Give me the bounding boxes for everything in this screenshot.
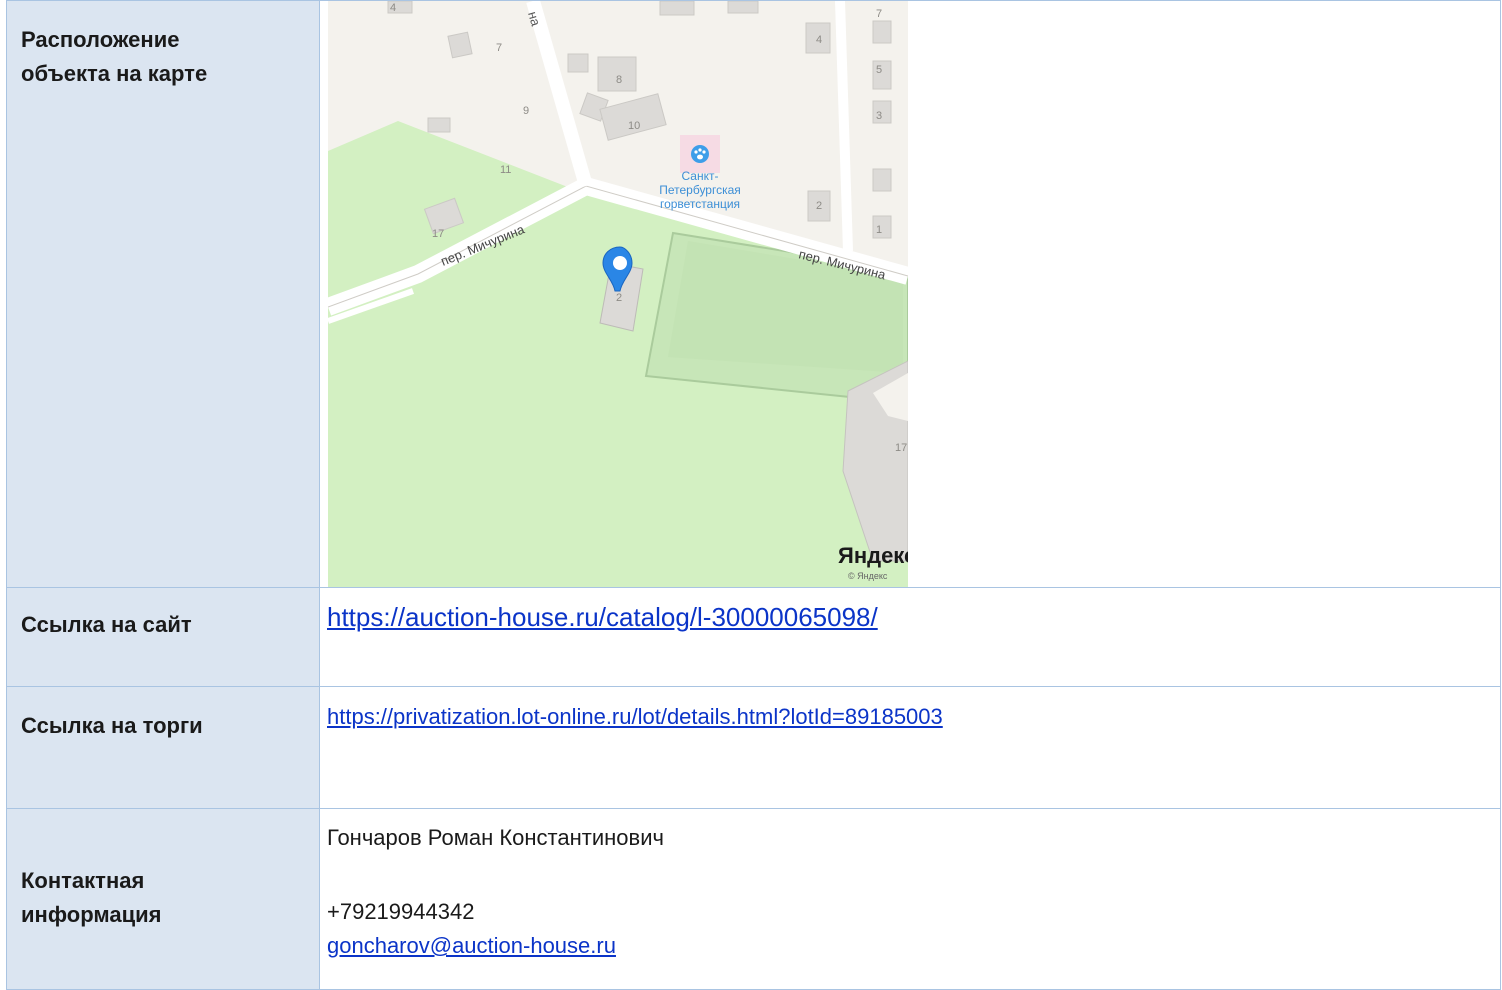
house-number: 2 <box>816 200 822 212</box>
poi-name-line1: Санкт- <box>682 169 719 183</box>
house-number: 4 <box>390 2 396 14</box>
house-number: 7 <box>876 8 882 20</box>
map-copyright: © Яндекс <box>848 571 888 581</box>
contact-label: Контактная информация <box>7 809 319 932</box>
site-row: Ссылка на сайт https://auction-house.ru/… <box>6 587 1501 687</box>
contact-value-cell: Гончаров Роман Константинович +792199443… <box>319 808 1501 990</box>
contact-row: Контактная информация Гончаров Роман Кон… <box>6 808 1501 990</box>
poi-name-line3: горветстанция <box>660 197 740 211</box>
house-number: 11 <box>500 164 511 176</box>
house-number: 5 <box>876 64 882 76</box>
house-number: 7 <box>496 42 502 54</box>
yandex-logo[interactable]: Яндекс © Яндекс <box>836 539 908 587</box>
map-label-line2: объекта на карте <box>21 61 208 86</box>
house-number: 17 <box>432 228 444 240</box>
map-label: Расположение объекта на карте <box>7 1 319 91</box>
map-label-line1: Расположение <box>21 27 180 52</box>
house-number: 1 <box>876 224 882 236</box>
torgi-row: Ссылка на торги https://privatization.lo… <box>6 686 1501 809</box>
info-table: Расположение объекта на карте 4 7 8 9 10… <box>6 0 1501 990</box>
contact-label-line2: информация <box>21 902 162 927</box>
map-row: Расположение объекта на карте 4 7 8 9 10… <box>6 0 1501 588</box>
site-link[interactable]: https://auction-house.ru/catalog/l-30000… <box>320 588 1500 632</box>
paw-icon <box>691 145 709 163</box>
yandex-map[interactable]: 4 7 8 9 10 11 17 4 5 3 2 1 7 17 2 на пер… <box>328 1 908 587</box>
torgi-link[interactable]: https://privatization.lot-online.ru/lot/… <box>320 687 1500 731</box>
house-number: 3 <box>876 110 882 122</box>
house-number: 9 <box>523 105 529 117</box>
house-number: 17 <box>895 442 907 454</box>
map-value-cell: 4 7 8 9 10 11 17 4 5 3 2 1 7 17 2 на пер… <box>319 0 1501 588</box>
contact-label-line1: Контактная <box>21 868 145 893</box>
site-label: Ссылка на сайт <box>21 612 192 637</box>
poi-name-line2: Петербургская <box>659 183 741 197</box>
map-canvas[interactable]: 4 7 8 9 10 11 17 4 5 3 2 1 7 17 2 на пер… <box>328 1 908 587</box>
torgi-label: Ссылка на торги <box>21 713 203 738</box>
torgi-value-cell: https://privatization.lot-online.ru/lot/… <box>319 686 1501 809</box>
contact-label-cell: Контактная информация <box>6 808 320 990</box>
contact-name: Гончаров Роман Константинович <box>327 825 664 850</box>
contact-phone: +79219944342 <box>327 899 475 924</box>
map-label-cell: Расположение объекта на карте <box>6 0 320 588</box>
house-number: 4 <box>816 34 822 46</box>
yandex-wordmark: Яндекс <box>838 543 908 568</box>
site-value-cell: https://auction-house.ru/catalog/l-30000… <box>319 587 1501 687</box>
marker-building-number: 2 <box>616 292 622 304</box>
house-number: 10 <box>628 120 640 132</box>
site-label-cell: Ссылка на сайт <box>6 587 320 687</box>
contact-email-link[interactable]: goncharov@auction-house.ru <box>320 927 1500 961</box>
torgi-label-cell: Ссылка на торги <box>6 686 320 809</box>
house-number: 8 <box>616 74 622 86</box>
